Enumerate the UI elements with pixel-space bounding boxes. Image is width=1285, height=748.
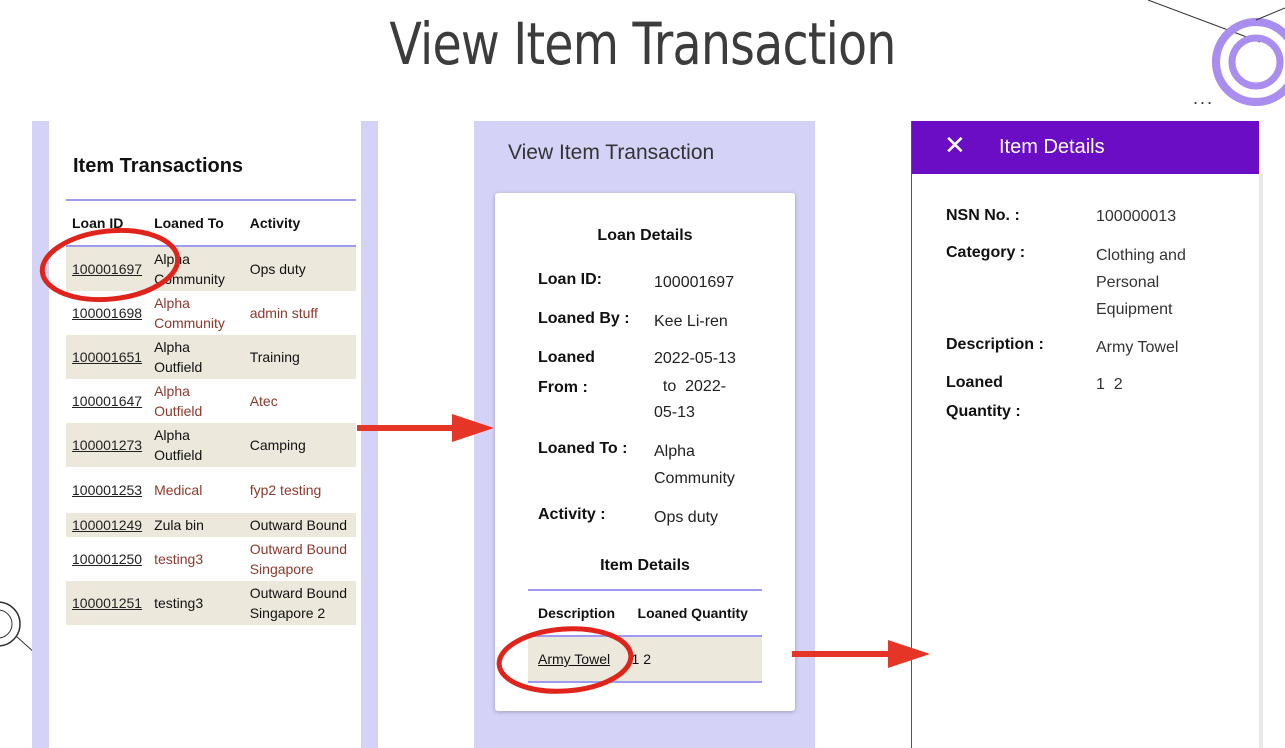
loaned-to-value-1: Alpha <box>654 443 695 460</box>
loan-id-link[interactable]: 100001697 <box>66 246 149 291</box>
table-row[interactable]: 100001273 Alpha Outfield Camping <box>66 423 356 467</box>
table-row[interactable]: 100001697 Alpha Community Ops duty <box>66 246 356 291</box>
loan-id-link[interactable]: 100001249 <box>66 513 149 537</box>
loaned-to-label: Loaned To : <box>538 440 628 457</box>
loaned-from-value-1: 2022-05-13 <box>654 350 736 367</box>
item-quantity-cell: 1 2 <box>627 636 762 683</box>
transactions-table: Loan ID Loaned To Activity 100001697 Alp… <box>66 199 356 625</box>
table-row[interactable]: 100001651 Alpha Outfield Training <box>66 335 356 379</box>
loan-id-link[interactable]: 100001651 <box>66 335 149 379</box>
category-value-3: Equipment <box>1096 301 1173 318</box>
item-details-heading: Item Details <box>600 557 690 574</box>
slide-title: View Item Transaction <box>389 10 896 78</box>
quantity-value: 1 2 <box>1096 376 1123 393</box>
table-row[interactable]: 100001647 Alpha Outfield Atec <box>66 379 356 423</box>
panel1-scroll-track <box>361 121 378 748</box>
loan-id-value: 100001697 <box>654 274 735 291</box>
activity-value: Ops duty <box>654 509 719 526</box>
loaned-to-value-2: Community <box>654 470 735 487</box>
table-row[interactable]: 100001251 testing3 Outward Bound Singapo… <box>66 581 356 625</box>
activity-cell: Camping <box>243 423 356 467</box>
loan-id-link[interactable]: 100001253 <box>66 467 148 513</box>
col-description: Description <box>528 589 628 637</box>
loaned-from-value-2: to 2022- <box>654 378 727 395</box>
activity-cell: Outward Bound Singapore <box>249 541 347 577</box>
activity-cell: Training <box>243 335 356 379</box>
loaned-to-cell: testing3 <box>148 581 244 625</box>
table-row[interactable]: 100001249 Zula bin Outward Bound <box>66 513 356 537</box>
loaned-to-cell: Alpha Community <box>148 246 244 291</box>
loaned-to-cell: Alpha Outfield <box>148 335 244 379</box>
view-transaction-panel: View Item Transaction Loan Details Loan … <box>474 121 815 748</box>
loan-id-link[interactable]: 100001273 <box>66 423 149 467</box>
loaned-to-cell: Alpha Outfield <box>154 383 203 419</box>
loaned-by-value: Kee Li-ren <box>654 313 728 330</box>
col-loaned-quantity: Loaned Quantity <box>627 589 762 637</box>
loaned-by-label: Loaned By : <box>538 310 630 327</box>
loaned-to-cell: Alpha Outfield <box>148 423 244 467</box>
loan-id-link[interactable]: 100001698 <box>66 291 148 335</box>
loaned-to-cell: Zula bin <box>148 513 244 537</box>
loaned-to-cell: Medical <box>154 482 203 498</box>
loan-id-link[interactable]: 100001250 <box>66 537 148 581</box>
item-description-link[interactable]: Army Towel <box>528 636 628 683</box>
item-details-appbar: ✕ Item Details <box>912 121 1259 174</box>
loan-id-link[interactable]: 100001647 <box>66 379 148 423</box>
item-details-title: Item Details <box>999 136 1105 158</box>
category-value-2: Personal <box>1096 274 1160 291</box>
activity-cell: fyp2 testing <box>249 482 322 498</box>
panel-shadow <box>1259 174 1263 748</box>
view-transaction-header: View Item Transaction <box>508 141 715 164</box>
ellipsis-text: ... <box>1193 88 1215 108</box>
table-row[interactable]: 100001250 testing3 Outward Bound Singapo… <box>66 537 356 581</box>
table-row[interactable]: 100001698 Alpha Community admin stuff <box>66 291 356 335</box>
table-row[interactable]: 100001253 Medical fyp2 testing <box>66 467 356 513</box>
activity-cell: admin stuff <box>249 305 318 321</box>
activity-cell: Ops duty <box>243 246 356 291</box>
loaned-from-label-1: Loaned <box>538 349 595 366</box>
loaned-to-cell: Alpha Community <box>154 295 225 331</box>
col-loaned-to: Loaned To <box>148 199 244 247</box>
item-details-panel: ✕ Item Details NSN No. : 100000013 Categ… <box>911 121 1263 748</box>
loan-details-card: Loan Details Loan ID: 100001697 Loaned B… <box>495 193 795 711</box>
description-label: Description : <box>946 336 1044 353</box>
item-transactions-panel: Item Transactions Loan ID Loaned To Acti… <box>32 121 393 748</box>
loaned-from-value-3: 05-13 <box>654 404 695 421</box>
item-details-table: Description Loaned Quantity Army Towel 1… <box>528 589 762 683</box>
quantity-label-2: Quantity : <box>946 403 1021 420</box>
description-value: Army Towel <box>1096 339 1179 356</box>
item-transactions-heading: Item Transactions <box>73 155 244 177</box>
nsn-value: 100000013 <box>1096 208 1177 225</box>
loan-id-link[interactable]: 100001251 <box>66 581 149 625</box>
category-label: Category : <box>946 244 1026 261</box>
col-activity: Activity <box>243 199 356 247</box>
loaned-to-cell: testing3 <box>154 551 204 567</box>
activity-cell: Outward Bound Singapore 2 <box>243 581 356 625</box>
loaned-from-label-2: From : <box>538 379 588 396</box>
close-icon[interactable]: ✕ <box>944 131 966 161</box>
table-row[interactable]: Army Towel 1 2 <box>528 636 762 683</box>
col-loan-id: Loan ID <box>66 199 149 247</box>
loan-details-heading: Loan Details <box>597 227 693 244</box>
activity-cell: Atec <box>249 393 278 409</box>
category-value-1: Clothing and <box>1096 247 1186 264</box>
activity-cell: Outward Bound <box>243 513 356 537</box>
loan-id-label: Loan ID: <box>538 271 602 288</box>
nsn-label: NSN No. : <box>946 207 1020 224</box>
quantity-label-1: Loaned <box>946 374 1003 391</box>
activity-label: Activity : <box>538 506 606 523</box>
